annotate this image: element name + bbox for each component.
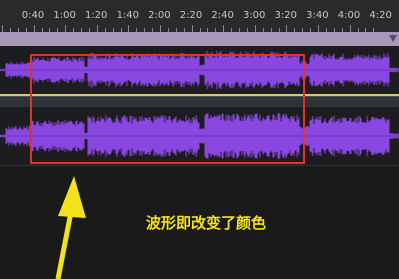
- audio-editor: 0:40 1:00 1:20 1:40 2:00 2:20 2:40 3:00 3:20 3:40…: [0, 0, 399, 279]
- yellow-arrow-icon: [55, 176, 86, 279]
